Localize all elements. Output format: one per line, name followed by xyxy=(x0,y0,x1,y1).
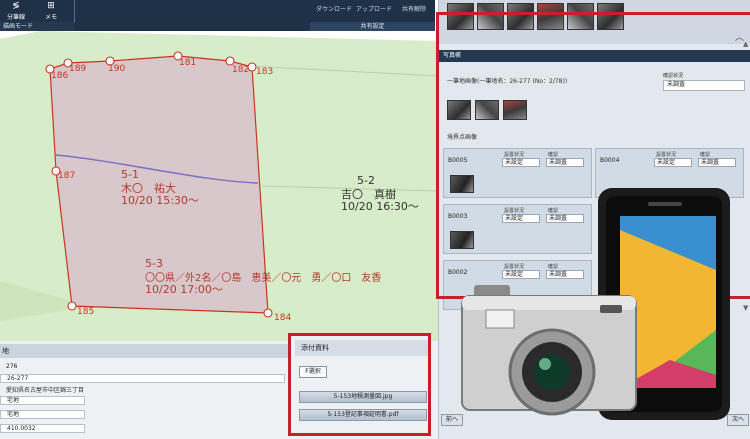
device-illustration xyxy=(461,188,730,420)
screen: ≶ 分筆線 ⊞ メモ 描画モード ダウンロード アップロード 共有解除 共有設定 xyxy=(0,0,750,439)
camera-icon xyxy=(461,285,637,416)
